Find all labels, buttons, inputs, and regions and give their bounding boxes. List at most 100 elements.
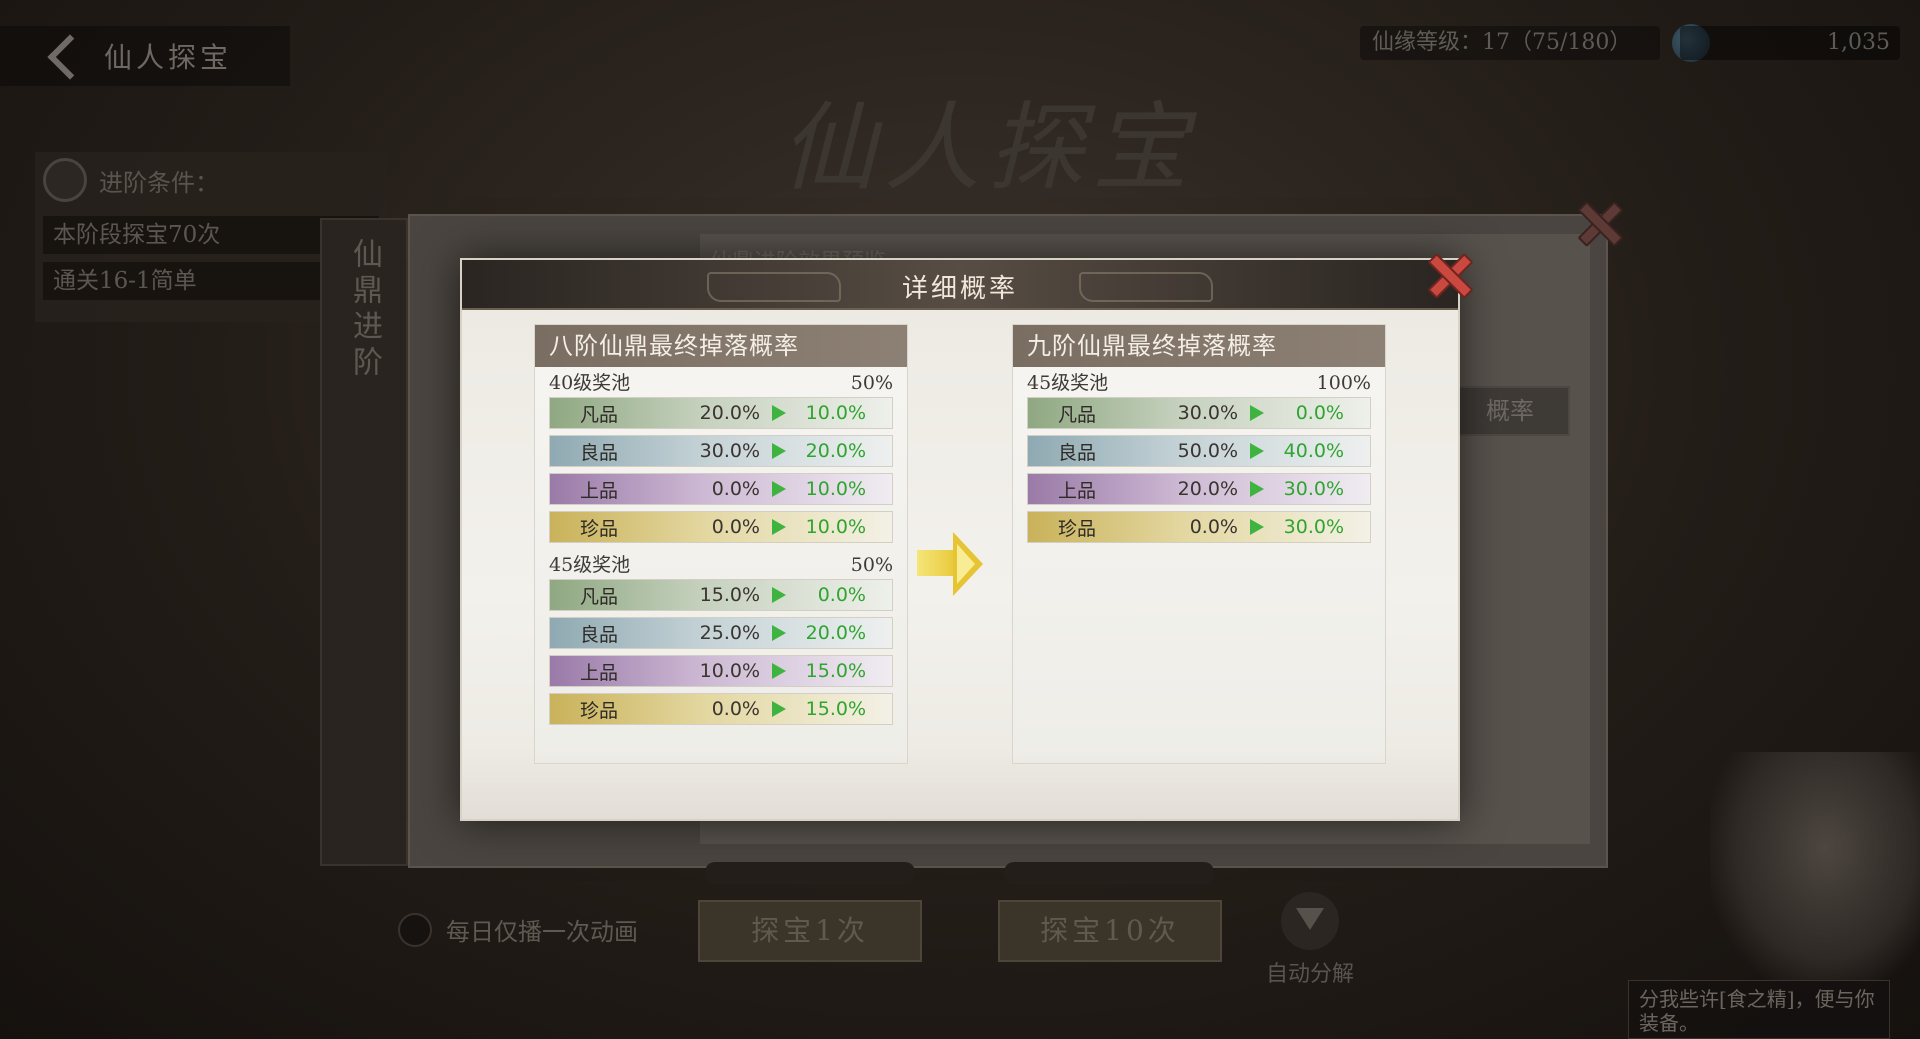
rarity-name: 上品: [1058, 479, 1097, 502]
tier8-probability-column: 八阶仙鼎最终掉落概率 40级奖池 50% 凡品 20.0% 10.0% 良品 3…: [534, 324, 908, 764]
filter-icon: [1281, 892, 1339, 950]
panel-close-button[interactable]: [1572, 196, 1620, 244]
play-arrow-icon: [772, 443, 786, 459]
probability-button[interactable]: 概率: [1450, 386, 1570, 436]
close-icon: [1422, 248, 1474, 300]
play-arrow-icon: [772, 405, 786, 421]
play-arrow-icon: [772, 587, 786, 603]
old-probability: 30.0%: [1177, 402, 1238, 424]
play-arrow-icon: [1250, 519, 1264, 535]
game-logo: 仙人探宝: [780, 92, 1196, 204]
daily-animation-toggle[interactable]: 每日仅播一次动画: [398, 912, 638, 947]
explore-once-button[interactable]: 探宝1次: [698, 900, 922, 962]
rarity-name: 珍品: [580, 517, 619, 540]
rarity-row: 珍品 0.0% 10.0%: [549, 511, 893, 543]
rarity-row: 珍品 0.0% 15.0%: [549, 693, 893, 725]
cost-badge: [1004, 862, 1214, 884]
column-header: 八阶仙鼎最终掉落概率: [535, 325, 907, 367]
rarity-name: 良品: [580, 441, 619, 464]
cost-badge: [705, 862, 915, 884]
tab-tripod-advance[interactable]: 仙鼎进阶: [320, 218, 408, 866]
pool-name: 45级奖池: [1027, 372, 1109, 394]
new-probability: 0.0%: [817, 584, 866, 606]
play-arrow-icon: [1250, 481, 1264, 497]
rarity-row: 上品 0.0% 10.0%: [549, 473, 893, 505]
play-arrow-icon: [772, 625, 786, 641]
explore-ten-button[interactable]: 探宝10次: [998, 900, 1222, 962]
rarity-name: 良品: [1058, 441, 1097, 464]
rarity-row: 良品 30.0% 20.0%: [549, 435, 893, 467]
play-arrow-icon: [772, 519, 786, 535]
pool-share: 50%: [850, 372, 893, 394]
new-probability: 30.0%: [1283, 516, 1344, 538]
old-probability: 20.0%: [699, 402, 760, 424]
npc-dialog: 分我些许[食之精]，便与你装备。: [1628, 980, 1890, 1039]
tier9-probability-column: 九阶仙鼎最终掉落概率 45级奖池 100% 凡品 30.0% 0.0% 良品 5…: [1012, 324, 1386, 764]
play-arrow-icon: [1250, 405, 1264, 421]
pool-group: 45级奖池 100% 凡品 30.0% 0.0% 良品 50.0% 40.0% …: [1013, 367, 1385, 543]
conditions-label: 进阶条件：: [99, 168, 219, 197]
rarity-row: 凡品 15.0% 0.0%: [549, 579, 893, 611]
new-probability: 30.0%: [1283, 478, 1344, 500]
pool-name: 45级奖池: [549, 554, 631, 576]
pool-share: 100%: [1316, 372, 1371, 394]
pool-group: 45级奖池 50% 凡品 15.0% 0.0% 良品 25.0% 20.0% 上…: [535, 549, 907, 725]
old-probability: 0.0%: [711, 516, 760, 538]
rarity-name: 上品: [580, 661, 619, 684]
rarity-name: 珍品: [580, 699, 619, 722]
pool-group: 40级奖池 50% 凡品 20.0% 10.0% 良品 30.0% 20.0% …: [535, 367, 907, 543]
old-probability: 20.0%: [1177, 478, 1238, 500]
old-probability: 25.0%: [699, 622, 760, 644]
rarity-row: 上品 10.0% 15.0%: [549, 655, 893, 687]
rarity-name: 凡品: [580, 585, 619, 608]
old-probability: 50.0%: [1177, 440, 1238, 462]
old-probability: 10.0%: [699, 660, 760, 682]
new-probability: 20.0%: [805, 622, 866, 644]
rarity-row: 上品 20.0% 30.0%: [1027, 473, 1371, 505]
new-probability: 15.0%: [805, 698, 866, 720]
new-probability: 0.0%: [1295, 402, 1344, 424]
upgrade-arrow-icon: [917, 528, 987, 598]
column-header: 九阶仙鼎最终掉落概率: [1013, 325, 1385, 367]
rarity-name: 凡品: [580, 403, 619, 426]
probability-modal: 详细概率 八阶仙鼎最终掉落概率 40级奖池 50% 凡品 20.0% 10.0%…: [460, 258, 1460, 821]
play-arrow-icon: [772, 481, 786, 497]
rarity-name: 凡品: [1058, 403, 1097, 426]
old-probability: 0.0%: [711, 478, 760, 500]
auto-decompose-button[interactable]: 自动分解: [1258, 892, 1362, 988]
new-probability: 10.0%: [805, 478, 866, 500]
back-arrow-icon: [44, 31, 104, 81]
level-indicator: 仙缘等级：17（75/180）: [1360, 26, 1660, 60]
tab-label: 仙鼎进阶: [347, 238, 382, 382]
rarity-row: 凡品 20.0% 10.0%: [549, 397, 893, 429]
pool-name: 40级奖池: [549, 372, 631, 394]
rarity-name: 良品: [580, 623, 619, 646]
rarity-name: 珍品: [1058, 517, 1097, 540]
new-probability: 10.0%: [805, 516, 866, 538]
auto-decompose-label: 自动分解: [1265, 962, 1354, 987]
new-probability: 15.0%: [805, 660, 866, 682]
old-probability: 0.0%: [711, 698, 760, 720]
old-probability: 15.0%: [699, 584, 760, 606]
tripod-icon: [43, 158, 87, 202]
modal-header: 详细概率: [462, 260, 1458, 310]
modal-title: 详细概率: [901, 274, 1018, 304]
toggle-label: 每日仅播一次动画: [446, 918, 638, 946]
rarity-row: 珍品 0.0% 30.0%: [1027, 511, 1371, 543]
rarity-row: 凡品 30.0% 0.0%: [1027, 397, 1371, 429]
play-arrow-icon: [772, 701, 786, 717]
new-probability: 40.0%: [1283, 440, 1344, 462]
modal-close-button[interactable]: [1422, 248, 1474, 300]
back-button[interactable]: 仙人探宝: [0, 26, 290, 86]
rarity-row: 良品 25.0% 20.0%: [549, 617, 893, 649]
npc-elder-portrait: [1710, 752, 1920, 992]
play-arrow-icon: [772, 663, 786, 679]
new-probability: 20.0%: [805, 440, 866, 462]
rarity-row: 良品 50.0% 40.0%: [1027, 435, 1371, 467]
close-icon: [1572, 196, 1620, 244]
play-arrow-icon: [1250, 443, 1264, 459]
new-probability: 10.0%: [805, 402, 866, 424]
checkbox-icon: [398, 912, 432, 947]
currency-amount: 1,035: [1680, 26, 1900, 60]
page-title: 仙人探宝: [104, 41, 233, 74]
